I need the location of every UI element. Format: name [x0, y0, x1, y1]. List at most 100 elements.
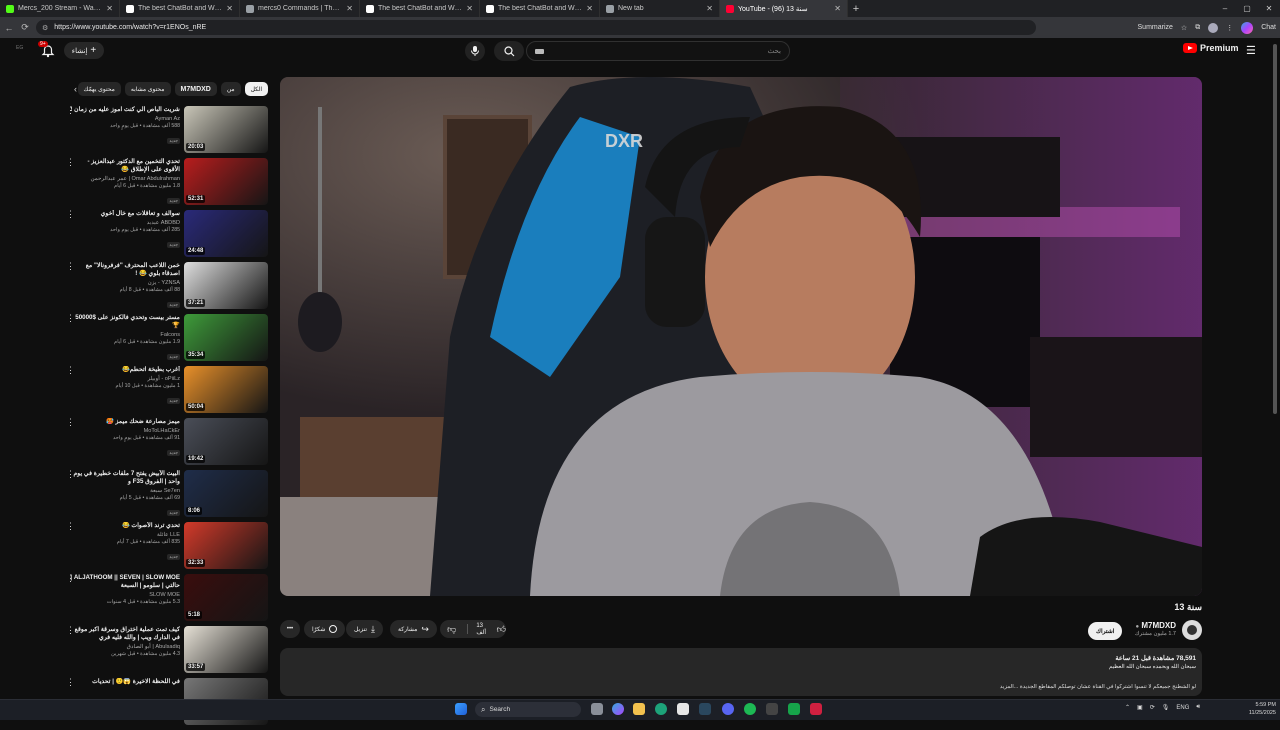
xbox-icon[interactable]: [766, 703, 778, 715]
subscribe-button[interactable]: اشتراك: [1088, 622, 1123, 640]
video-thumbnail[interactable]: 24:48: [184, 210, 268, 257]
dislike-button[interactable]: 👎︎: [440, 624, 463, 635]
recommendation-channel[interactable]: LLE عائلة: [70, 532, 180, 538]
edge-icon[interactable]: [655, 703, 667, 715]
spotify-icon[interactable]: [744, 703, 756, 715]
language-indicator[interactable]: ENG: [1176, 705, 1189, 711]
recommendation-title[interactable]: البيت الأبيض يفتح 7 ملفات خطيرة في يوم و…: [70, 470, 180, 486]
tab-close-icon[interactable]: ✕: [226, 4, 233, 13]
copilot-icon[interactable]: [1241, 21, 1254, 34]
maximize-button[interactable]: ▢: [1236, 0, 1258, 17]
tab-close-icon[interactable]: ✕: [586, 4, 593, 13]
video-thumbnail[interactable]: 52:31: [184, 158, 268, 205]
recommendation-title[interactable]: كيف تمت عملية اختراق وسرقة اكبر موقع في …: [70, 626, 180, 642]
recommendation-title[interactable]: أغرب بطيخة اتحطم😂: [70, 366, 180, 374]
browser-tab[interactable]: The best ChatBot and Widgets fo ✕: [360, 0, 480, 17]
recommendation-title[interactable]: في اللحظة الاخيرة 😱🙂 | تحديات: [70, 678, 180, 686]
summarize-button[interactable]: Summarize: [1138, 24, 1173, 31]
task-view-icon[interactable]: [591, 703, 603, 715]
steam-icon[interactable]: [699, 703, 711, 715]
recommendation-item[interactable]: 35:34 مستر بيست وتحدي فالكونز على $50000 …: [62, 314, 268, 366]
tray-mic-icon[interactable]: 🎙︎: [1162, 704, 1170, 711]
notifications-button[interactable]: 9+: [38, 41, 56, 59]
recommendation-title[interactable]: تحدي ترند الأصوات 😂: [70, 522, 180, 530]
browser-tab[interactable]: The best ChatBot and Widgets fo ✕: [480, 0, 600, 17]
taskbar-clock[interactable]: 5:59 PM 11/25/2025: [1236, 701, 1276, 717]
recommendation-item[interactable]: 37:21 خمن اللاعب المحترف "فرفرونالا" مع ا…: [62, 262, 268, 314]
scrollbar-thumb[interactable]: [1273, 44, 1277, 414]
channel-name[interactable]: ● M7MDXD: [1135, 621, 1176, 630]
download-button[interactable]: تنزيل ⤓: [346, 620, 383, 638]
share-button[interactable]: مشاركة ↪: [390, 620, 437, 638]
tray-sync-icon[interactable]: ⟳: [1150, 704, 1155, 711]
chat-button[interactable]: Chat: [1261, 24, 1276, 31]
video-thumbnail[interactable]: 32:33: [184, 522, 268, 569]
recommendation-channel[interactable]: Se7en سبعة: [70, 488, 180, 494]
kebab-menu-icon[interactable]: ⋮: [66, 106, 75, 115]
recommendation-channel[interactable]: Falcons: [70, 332, 180, 338]
browser-tab[interactable]: YouTube - (96) 13 سنة ✕: [720, 0, 848, 17]
video-thumbnail[interactable]: 50:04: [184, 366, 268, 413]
recommendation-item[interactable]: 50:04 أغرب بطيخة اتحطم😂 oPiiLz - أوبيلز 1 م…: [62, 366, 268, 418]
browser-tab[interactable]: The best ChatBot and Widgets fo ✕: [120, 0, 240, 17]
tab-close-icon[interactable]: ✕: [106, 4, 113, 13]
minimize-button[interactable]: –: [1214, 0, 1236, 17]
recommendation-title[interactable]: شريت الباص الي كنت اموز عليه من زمان !: [70, 106, 180, 114]
recommendation-channel[interactable]: oPiiLz - أوبيلز: [70, 376, 180, 382]
kebab-menu-icon[interactable]: ⋮: [66, 418, 75, 427]
keyboard-icon[interactable]: [535, 48, 544, 54]
star-icon[interactable]: ☆: [1181, 24, 1187, 32]
video-thumbnail[interactable]: 35:34: [184, 314, 268, 361]
tab-close-icon[interactable]: ✕: [466, 4, 473, 13]
recommendation-item[interactable]: 33:57 كيف تمت عملية اختراق وسرقة اكبر موق…: [62, 626, 268, 678]
tab-close-icon[interactable]: ✕: [834, 4, 841, 13]
volume-icon[interactable]: 🔊︎: [1196, 704, 1200, 711]
recommendation-channel[interactable]: YZNSA - يزن: [70, 280, 180, 286]
kebab-menu-icon[interactable]: ⋮: [66, 366, 75, 375]
kebab-menu-icon[interactable]: ⋮: [66, 470, 75, 479]
kebab-menu-icon[interactable]: ⋮: [66, 626, 75, 635]
taskbar-search[interactable]: ⌕ Search: [475, 702, 581, 717]
browser-taskbar-icon[interactable]: [810, 703, 822, 715]
tray-chevron-icon[interactable]: ⌃: [1125, 704, 1130, 711]
recommendation-item[interactable]: 32:33 تحدي ترند الأصوات 😂 LLE عائلة 835 ألف…: [62, 522, 268, 574]
recommendation-item[interactable]: 24:48 سوالف و تعاقلات مع خال أخوي ABDBD عب…: [62, 210, 268, 262]
recommendation-channel[interactable]: ABDBD عبدبد: [70, 220, 180, 226]
reload-icon[interactable]: ⟳: [20, 22, 30, 33]
browser-tab[interactable]: mercs0 Commands | The best Ch✕: [240, 0, 360, 17]
channel-avatar[interactable]: [1182, 620, 1202, 640]
recommendation-item[interactable]: 8:06 البيت الأبيض يفتح 7 ملفات خطيرة في ي…: [62, 470, 268, 522]
tray-app-icon[interactable]: ▣: [1137, 704, 1143, 711]
guide-menu-icon[interactable]: ☰: [1246, 44, 1256, 57]
profile-avatar[interactable]: [1208, 22, 1219, 33]
voice-search-button[interactable]: [465, 41, 485, 61]
recommendation-title[interactable]: تحدي التخمين مع الدكتور عبدالعزيز - الأق…: [70, 158, 181, 174]
create-button[interactable]: إنشاء +: [64, 42, 104, 59]
search-input[interactable]: بحث: [526, 41, 790, 61]
recommendation-title[interactable]: مستر بيست وتحدي فالكونز على $50000 🏆: [70, 314, 180, 330]
discord-icon[interactable]: [722, 703, 734, 715]
extensions-icon[interactable]: ⧉: [1195, 24, 1200, 32]
recommendation-title[interactable]: خمن اللاعب المحترف "فرفرونالا" مع اصدقاء…: [70, 262, 180, 278]
tab-close-icon[interactable]: ✕: [346, 4, 353, 13]
recommendation-channel[interactable]: SLOW MOE: [70, 592, 180, 598]
browser-tab[interactable]: Mercs_200 Stream - Watch Live o✕: [0, 0, 120, 17]
search-button[interactable]: [494, 41, 524, 61]
recommendation-title[interactable]: ميمز مصارعة ضحك ميمز 🥵: [70, 418, 180, 426]
recommendation-item[interactable]: 52:31 تحدي التخمين مع الدكتور عبدالعزيز -…: [62, 158, 268, 210]
chips-scroll-left-icon[interactable]: ‹: [74, 84, 77, 94]
store-icon[interactable]: [677, 703, 689, 715]
tab-close-icon[interactable]: ✕: [706, 4, 713, 13]
kebab-menu-icon[interactable]: ⋮: [66, 574, 75, 583]
video-player[interactable]: DXR: [280, 77, 1202, 596]
start-icon[interactable]: [455, 703, 467, 715]
copilot-taskbar-icon[interactable]: [612, 703, 624, 715]
address-bar[interactable]: ⚙ https://www.youtube.com/watch?v=r1ENOs…: [36, 20, 1036, 35]
video-thumbnail[interactable]: 33:57: [184, 626, 268, 673]
recommendation-item[interactable]: 20:03 شريت الباص الي كنت اموز عليه من زما…: [62, 106, 268, 158]
video-thumbnail[interactable]: 19:42: [184, 418, 268, 465]
kebab-menu-icon[interactable]: ⋮: [66, 262, 75, 271]
video-thumbnail[interactable]: 8:06: [184, 470, 268, 517]
youtube-logo[interactable]: Premium: [1183, 43, 1239, 53]
video-thumbnail[interactable]: 37:21: [184, 262, 268, 309]
